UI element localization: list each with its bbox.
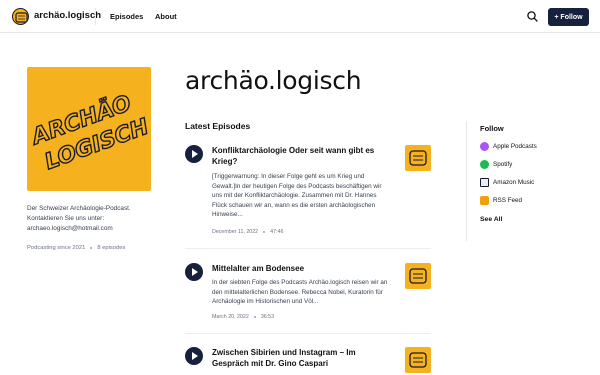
meta-dot (90, 247, 93, 249)
podcast-cover-art: ARCHÄO LOGISCH (27, 67, 151, 191)
episode-item: Mittelalter am Bodensee In der siebten F… (185, 263, 431, 323)
podcast-logo-icon[interactable] (12, 8, 29, 25)
episode-separator (185, 333, 431, 334)
amazon-music-icon (480, 178, 489, 187)
episode-date: March 20, 2022 (212, 314, 249, 320)
episode-duration: 36:53 (260, 314, 275, 320)
nav-about[interactable]: About (155, 12, 177, 21)
podcast-description: Der Schweizer Archäologie-Podcast. Konta… (27, 205, 131, 232)
apple-podcasts-icon (480, 142, 489, 151)
follow-heading: Follow (480, 124, 504, 133)
page-title: archäo.logisch (185, 66, 362, 95)
episode-duration: 47:46 (270, 229, 284, 235)
latest-episodes-heading: Latest Episodes (185, 121, 251, 131)
meta-dot (253, 316, 256, 318)
follow-rss-feed[interactable]: RSS Feed (480, 196, 522, 205)
see-all-link[interactable]: See All (480, 216, 502, 223)
episode-description: [Triggerwarnung: In dieser Folge geht es… (212, 173, 382, 219)
episode-meta: March 20, 2022 36:53 (212, 314, 274, 320)
episode-count: 8 episodes (97, 245, 126, 251)
top-bar: archäo.logisch Episodes About + Follow (0, 0, 600, 33)
episode-thumbnail[interactable] (405, 145, 431, 171)
follow-button[interactable]: + Follow (548, 8, 589, 26)
episode-date: December 11, 2022 (212, 229, 259, 235)
follow-panel: Follow Apple Podcasts Spotify Amazon Mus… (466, 121, 586, 241)
follow-item-label: Amazon Music (493, 179, 535, 186)
episode-title[interactable]: Zwischen Sibirien und Instagram – Im Ges… (212, 347, 392, 369)
play-button[interactable] (185, 145, 203, 163)
episode-thumbnail[interactable] (405, 347, 431, 373)
follow-item-label: RSS Feed (493, 197, 523, 204)
search-icon[interactable] (526, 10, 539, 23)
episode-title[interactable]: Konfliktarchäologie Oder seit wann gibt … (212, 145, 392, 167)
podcast-meta: Podcasting since 2021 8 episodes (27, 245, 125, 251)
follow-apple-podcasts[interactable]: Apple Podcasts (480, 142, 537, 151)
play-button[interactable] (185, 347, 203, 365)
meta-dot (263, 231, 266, 233)
episode-item: Zwischen Sibirien und Instagram – Im Ges… (185, 347, 431, 373)
follow-spotify[interactable]: Spotify (480, 160, 512, 169)
episode-separator (185, 248, 431, 249)
brand-name[interactable]: archäo.logisch (34, 10, 101, 21)
play-button[interactable] (185, 263, 203, 281)
episode-title[interactable]: Mittelalter am Bodensee (212, 263, 392, 274)
episode-thumbnail[interactable] (405, 263, 431, 289)
episode-description: In der siebten Folge des Podcasts Archäo… (212, 279, 388, 306)
episode-meta: December 11, 2022 47:46 (212, 229, 283, 235)
episode-item: Konfliktarchäologie Oder seit wann gibt … (185, 145, 431, 240)
follow-item-label: Spotify (493, 161, 513, 168)
spotify-icon (480, 160, 489, 169)
follow-amazon-music[interactable]: Amazon Music (480, 178, 534, 187)
rss-icon (480, 196, 489, 205)
podcasting-since: Podcasting since 2021 (27, 245, 86, 251)
header-divider (95, 8, 96, 25)
follow-item-label: Apple Podcasts (493, 143, 537, 150)
nav-episodes[interactable]: Episodes (110, 12, 143, 21)
